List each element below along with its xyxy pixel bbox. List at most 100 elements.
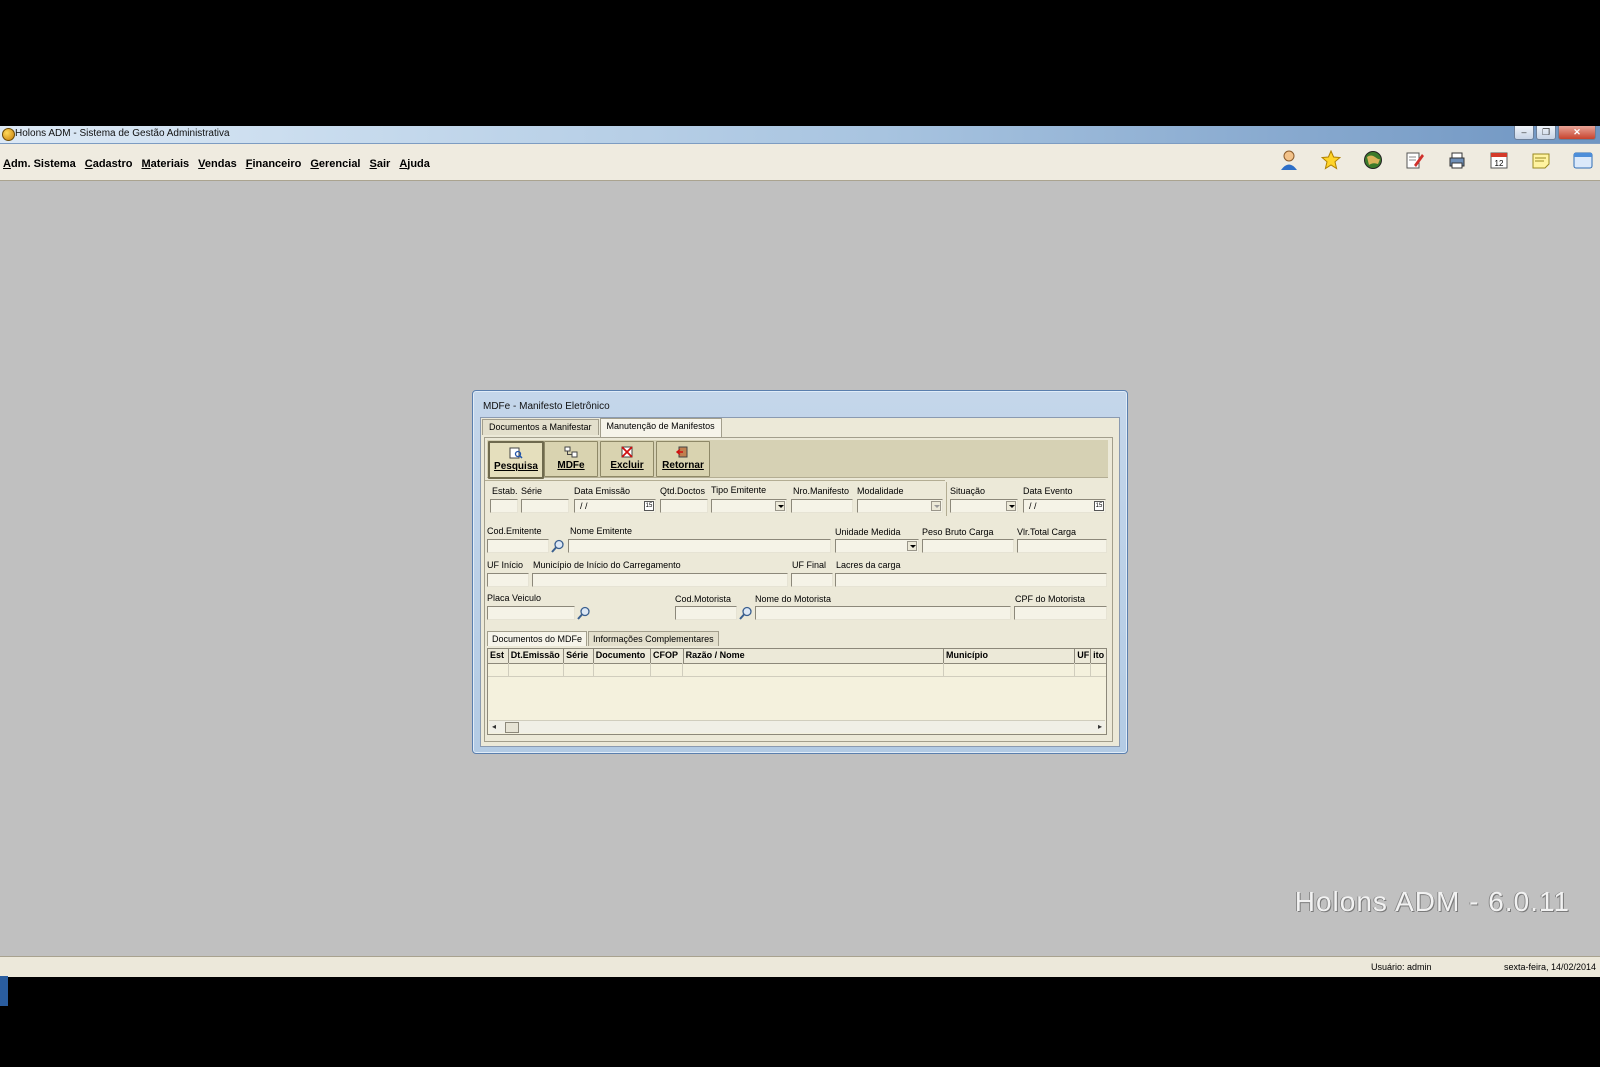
menu-vendas[interactable]: Vendas (198, 158, 237, 170)
chevron-down-icon[interactable] (1006, 501, 1016, 511)
tab-documentos-do-mdfe[interactable]: Documentos do MDFe (487, 631, 588, 646)
estab-label: Estab. (492, 486, 518, 496)
scroll-right-icon[interactable]: ▸ (1098, 722, 1102, 731)
close-button[interactable]: ✕ (1558, 126, 1596, 140)
placa-input[interactable] (487, 606, 575, 620)
calendar-icon[interactable]: 15 (644, 501, 654, 511)
menu-gerencial[interactable]: Gerencial (310, 158, 360, 170)
situacao-select[interactable] (950, 499, 1018, 513)
calendar-icon[interactable]: 12 (1488, 149, 1510, 171)
estab-input[interactable] (490, 499, 518, 513)
table-cell (651, 663, 684, 676)
lacres-input[interactable] (835, 573, 1107, 587)
nome-emitente-input[interactable] (568, 539, 831, 553)
search-icon[interactable] (739, 606, 753, 620)
horizontal-scrollbar[interactable]: ◂ ▸ (489, 720, 1105, 733)
cod-emitente-input[interactable] (487, 539, 549, 553)
serie-label: Série (521, 486, 543, 496)
retornar-button[interactable]: Retornar (656, 441, 710, 477)
status-user: Usuário: admin (1371, 962, 1432, 972)
mdfe-button[interactable]: MDFe (544, 441, 598, 477)
globe-icon[interactable] (1362, 149, 1384, 171)
modalidade-select[interactable] (857, 499, 943, 513)
cod-motorista-input[interactable] (675, 606, 737, 620)
data-evento-label: Data Evento (1023, 486, 1073, 496)
menu-cadastro[interactable]: Cadastro (85, 158, 133, 170)
manutencao-pane: Pesquisa MDFe Excluir Retornar Estab. Sé… (484, 437, 1113, 742)
user-icon[interactable] (1278, 149, 1300, 171)
col-razao-nome[interactable]: Razão / Nome (684, 649, 945, 663)
unidade-medida-select[interactable] (835, 539, 919, 553)
status-date: sexta-feira, 14/02/2014 (1503, 962, 1596, 972)
col-serie[interactable]: Série (564, 649, 594, 663)
col-truncated[interactable]: ito (1091, 649, 1106, 663)
scroll-thumb[interactable] (505, 722, 519, 733)
municipio-inicio-input[interactable] (532, 573, 788, 587)
print-icon[interactable] (1446, 149, 1468, 171)
col-municipio[interactable]: Município (944, 649, 1076, 663)
title-bar[interactable]: Holons ADM - Sistema de Gestão Administr… (0, 126, 1600, 144)
nro-manifesto-input[interactable] (791, 499, 853, 513)
peso-bruto-input[interactable] (922, 539, 1014, 553)
tab-documentos-a-manifestar[interactable]: Documentos a Manifestar (482, 419, 599, 435)
qtd-doctos-input[interactable] (660, 499, 708, 513)
window-icon[interactable] (1572, 149, 1594, 171)
nome-motorista-label: Nome do Motorista (755, 594, 832, 604)
group-divider (946, 482, 947, 516)
chevron-down-icon[interactable] (775, 501, 785, 511)
table-cell (488, 663, 509, 676)
qtd-doctos-label: Qtd.Doctos (660, 486, 706, 496)
uf-inicio-input[interactable] (487, 573, 529, 587)
data-emissao-input[interactable]: / / 15 (574, 499, 656, 513)
lacres-label: Lacres da carga (836, 560, 901, 570)
status-bar: Usuário: admin sexta-feira, 14/02/2014 (0, 956, 1600, 977)
dialog-title: MDFe - Manifesto Eletrônico (483, 401, 610, 412)
search-icon[interactable] (577, 606, 591, 620)
restore-button[interactable]: ❐ (1536, 126, 1556, 140)
modalidade-label: Modalidade (857, 486, 904, 496)
menu-adm-sistema[interactable]: Adm. Sistema (3, 158, 76, 170)
cpf-motorista-input[interactable] (1014, 606, 1107, 620)
document-tree-icon (564, 446, 578, 458)
minimize-button[interactable]: – (1514, 126, 1534, 140)
menu-ajuda[interactable]: Ajuda (399, 158, 430, 170)
table-cell (944, 663, 1076, 676)
calendar-icon[interactable]: 15 (1094, 501, 1104, 511)
tab-informacoes-complementares[interactable]: Informações Complementares (588, 631, 719, 646)
tab-manutencao-de-manifestos[interactable]: Manutenção de Manifestos (599, 418, 722, 437)
nome-motorista-input[interactable] (755, 606, 1011, 620)
xml-note-icon[interactable] (1530, 149, 1552, 171)
col-uf[interactable]: UF (1075, 649, 1092, 663)
taskbar-edge[interactable] (0, 976, 8, 1006)
col-est[interactable]: Est (488, 649, 509, 663)
pesquisa-button[interactable]: Pesquisa (488, 441, 544, 479)
version-watermark: Holons ADM - 6.0.11 (1294, 886, 1570, 917)
star-icon[interactable] (1320, 149, 1342, 171)
col-dt-emissao[interactable]: Dt.Emissão (509, 649, 565, 663)
menu-financeiro[interactable]: Financeiro (246, 158, 302, 170)
scroll-left-icon[interactable]: ◂ (492, 722, 496, 731)
chevron-down-icon[interactable] (931, 501, 941, 511)
vlr-total-input[interactable] (1017, 539, 1107, 553)
table-row[interactable] (488, 663, 1106, 677)
chevron-down-icon[interactable] (907, 541, 917, 551)
uf-final-input[interactable] (791, 573, 833, 587)
search-icon[interactable] (551, 539, 565, 553)
col-cfop[interactable]: CFOP (651, 649, 684, 663)
menu-materiais[interactable]: Materiais (141, 158, 189, 170)
serie-input[interactable] (521, 499, 569, 513)
excluir-button[interactable]: Excluir (600, 441, 654, 477)
data-emissao-value: / / (580, 501, 588, 511)
pesquisa-label: Pesquisa (494, 461, 538, 472)
window-title: Holons ADM - Sistema de Gestão Administr… (15, 128, 230, 139)
dialog-body: Documentos a Manifestar Manutenção de Ma… (480, 417, 1120, 747)
data-evento-input[interactable]: / / 15 (1023, 499, 1106, 513)
menu-sair[interactable]: Sair (370, 158, 391, 170)
edit-icon[interactable] (1404, 149, 1426, 171)
tipo-emitente-label: Tipo Emitente (711, 485, 767, 495)
documents-grid[interactable]: Est Dt.Emissão Série Documento CFOP Razã… (487, 648, 1107, 735)
table-cell (683, 663, 945, 676)
tipo-emitente-select[interactable] (711, 499, 787, 513)
unidade-medida-label: Unidade Medida (835, 527, 901, 537)
col-documento[interactable]: Documento (594, 649, 651, 663)
